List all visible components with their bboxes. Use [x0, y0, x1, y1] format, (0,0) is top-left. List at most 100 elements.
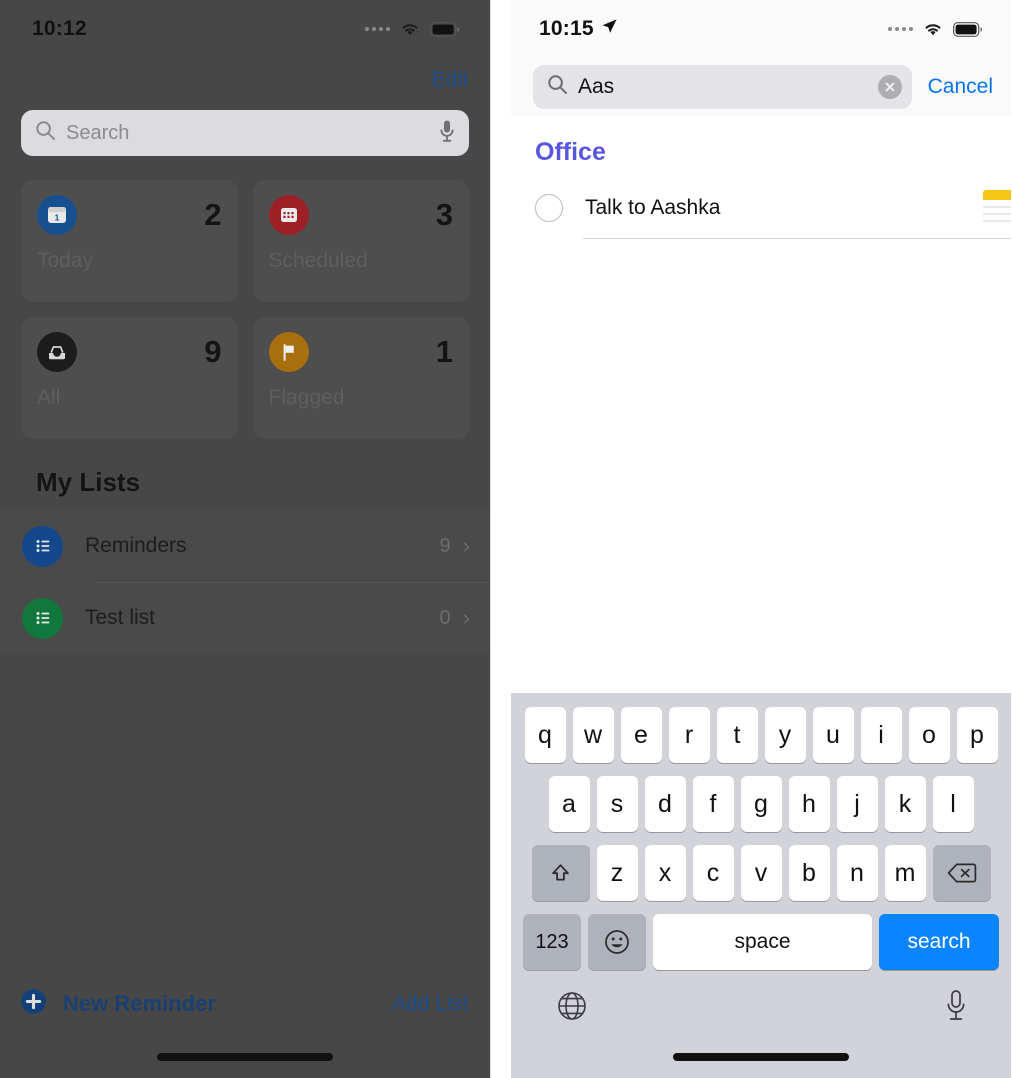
wifi-icon	[399, 21, 421, 37]
screenshot-stage: 10:12 Edit Search 1 2 Today 3 Scheduled …	[0, 0, 1012, 1078]
key-d[interactable]: d	[644, 776, 686, 832]
key-search[interactable]: search	[879, 914, 999, 970]
list-item-count: 0	[439, 606, 451, 629]
keyboard-row-4: 123 space search	[511, 914, 1011, 970]
onscreen-keyboard: q w e r t y u i o p a s d f g h j k l z …	[511, 693, 1011, 1078]
magnifier-icon	[547, 74, 568, 100]
list-item-reminders[interactable]: Reminders 9 ›	[0, 510, 490, 582]
key-v[interactable]: v	[740, 845, 782, 901]
magnifier-icon	[35, 120, 56, 146]
key-u[interactable]: u	[812, 707, 854, 763]
smart-list-today[interactable]: 1 2 Today	[21, 180, 238, 302]
battery-icon	[953, 21, 983, 37]
smart-list-flagged[interactable]: 1 Flagged	[252, 317, 469, 439]
smart-list-count: 1	[435, 334, 453, 369]
status-time: 10:15	[539, 17, 618, 41]
key-i[interactable]: i	[860, 707, 902, 763]
key-m[interactable]: m	[884, 845, 926, 901]
smart-list-count: 9	[204, 334, 222, 369]
left-search-bar[interactable]: Search	[21, 110, 469, 156]
home-indicator	[157, 1053, 333, 1061]
key-numbers[interactable]: 123	[523, 914, 581, 970]
status-time-text: 10:15	[539, 17, 594, 40]
key-y[interactable]: y	[764, 707, 806, 763]
smiley-icon[interactable]	[588, 914, 646, 970]
chevron-right-icon: ›	[462, 533, 470, 558]
key-x[interactable]: x	[644, 845, 686, 901]
clear-circle-icon[interactable]	[877, 75, 902, 99]
status-time: 10:12	[32, 17, 87, 40]
shift-arrow-icon[interactable]	[531, 845, 590, 901]
key-j[interactable]: j	[836, 776, 878, 832]
list-item-count: 9	[439, 534, 451, 557]
location-arrow-icon	[601, 17, 618, 41]
keyboard-row-1: q w e r t y u i o p	[511, 707, 1011, 763]
edit-row: Edit	[0, 58, 490, 102]
smart-list-label: Scheduled	[268, 249, 368, 272]
signal-dots-icon	[365, 27, 390, 31]
key-c[interactable]: c	[692, 845, 734, 901]
left-search-placeholder: Search	[66, 121, 130, 144]
key-a[interactable]: a	[548, 776, 590, 832]
smart-list-label: Flagged	[268, 386, 345, 409]
key-p[interactable]: p	[956, 707, 998, 763]
key-k[interactable]: k	[884, 776, 926, 832]
keyboard-bottom-bar	[511, 983, 1011, 1028]
flag-icon	[268, 332, 309, 372]
cancel-button[interactable]: Cancel	[928, 75, 993, 99]
key-n[interactable]: n	[836, 845, 878, 901]
key-b[interactable]: b	[788, 845, 830, 901]
chevron-right-icon: ›	[462, 605, 470, 630]
list-bullet-icon	[22, 525, 63, 567]
backspace-icon[interactable]	[932, 845, 991, 901]
edit-button[interactable]: Edit	[432, 68, 468, 92]
smart-list-all[interactable]: 9 All	[21, 317, 238, 439]
list-item-name: Reminders	[85, 534, 187, 557]
key-r[interactable]: r	[668, 707, 710, 763]
smart-lists-grid: 1 2 Today 3 Scheduled 9 All 1 Flagged	[0, 156, 490, 439]
key-f[interactable]: f	[692, 776, 734, 832]
key-space[interactable]: space	[653, 914, 872, 970]
right-status-bar: 10:15	[511, 0, 1011, 58]
smart-list-label: All	[37, 386, 61, 409]
right-phone-screen: 10:15 Aas Cancel Office Talk to Aashka q…	[511, 0, 1011, 1078]
search-input[interactable]: Aas	[533, 65, 912, 109]
smart-list-scheduled[interactable]: 3 Scheduled	[252, 180, 469, 302]
wifi-icon	[922, 21, 944, 37]
list-bullet-icon	[22, 597, 63, 639]
result-divider	[583, 238, 1011, 239]
key-h[interactable]: h	[788, 776, 830, 832]
key-g[interactable]: g	[740, 776, 782, 832]
result-row-talk-to-aashka[interactable]: Talk to Aashka	[511, 177, 1011, 239]
right-search-row: Aas Cancel	[511, 58, 1011, 116]
list-item-test-list[interactable]: Test list 0 ›	[0, 582, 490, 654]
circle-checkbox-icon[interactable]	[535, 194, 563, 222]
add-list-button[interactable]: Add List	[392, 992, 468, 1016]
key-w[interactable]: w	[572, 707, 614, 763]
key-o[interactable]: o	[908, 707, 950, 763]
key-q[interactable]: q	[524, 707, 566, 763]
keyboard-row-2: a s d f g h j k l	[511, 776, 1011, 832]
search-input-value: Aas	[578, 75, 615, 98]
result-title: Talk to Aashka	[585, 196, 721, 219]
key-s[interactable]: s	[596, 776, 638, 832]
key-z[interactable]: z	[596, 845, 638, 901]
microphone-icon[interactable]	[439, 119, 455, 148]
inbox-tray-icon	[37, 332, 77, 372]
my-lists-heading: My Lists	[36, 467, 141, 497]
signal-dots-icon	[888, 27, 913, 31]
microphone-icon[interactable]	[945, 989, 967, 1028]
my-lists-group: Reminders 9 › Test list 0 ›	[0, 510, 490, 654]
calendar-icon	[268, 195, 309, 235]
key-t[interactable]: t	[716, 707, 758, 763]
keyboard-row-3: z x c v b n m	[511, 845, 1011, 901]
status-indicators	[365, 21, 460, 37]
key-l[interactable]: l	[932, 776, 974, 832]
globe-icon[interactable]	[555, 989, 589, 1028]
list-item-name: Test list	[85, 606, 156, 629]
calendar-day-icon: 1	[37, 195, 77, 235]
plus-circle-icon	[20, 988, 47, 1020]
key-e[interactable]: e	[620, 707, 662, 763]
left-bottom-toolbar: New Reminder Add List	[0, 982, 490, 1026]
new-reminder-button[interactable]: New Reminder	[20, 988, 216, 1020]
